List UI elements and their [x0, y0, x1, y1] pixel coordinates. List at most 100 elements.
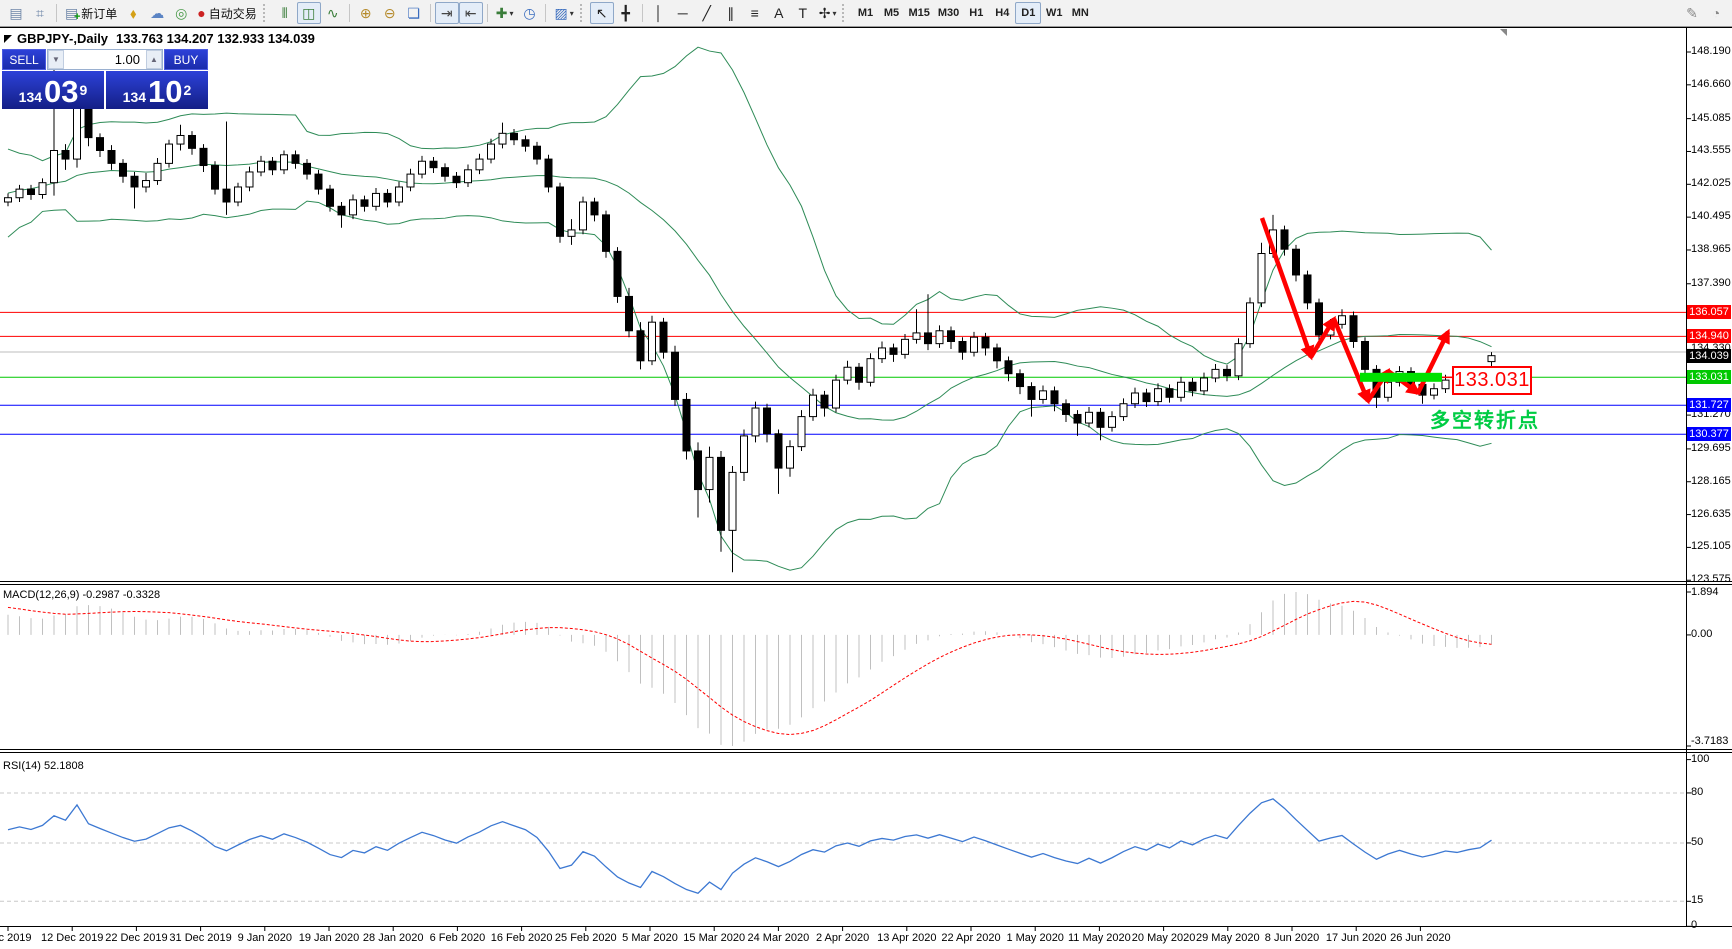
- tile-windows-icon[interactable]: ❏: [402, 2, 426, 24]
- new-order-button-label: 新订单: [81, 6, 118, 21]
- sell-price-point: 9: [79, 82, 88, 98]
- crosshair-icon[interactable]: ╋: [614, 2, 638, 24]
- date-tick-label: 16 Feb 2020: [490, 932, 553, 944]
- new-chart-window-icon: ▤: [9, 4, 23, 21]
- edit-icon[interactable]: ✎: [1680, 2, 1704, 24]
- cursor-icon[interactable]: ↖: [589, 2, 614, 24]
- toolbar-separator: [641, 4, 643, 22]
- timeframe-m1[interactable]: M1: [852, 2, 878, 24]
- rsi-label: RSI(14) 52.1808: [3, 760, 84, 772]
- buy-price-pips: 10: [148, 74, 183, 109]
- main-chart-pane: [4, 46, 1496, 573]
- metaeditor-icon[interactable]: ⬧: [121, 2, 145, 24]
- price-tick-label: 138.965: [1691, 242, 1731, 255]
- new-order-button[interactable]: ▤ + 新订单: [61, 2, 121, 24]
- shapes-icon: ✢: [818, 4, 831, 21]
- chart-shift-icon[interactable]: ⇤: [458, 2, 483, 24]
- sell-price-panel[interactable]: 134 03 9: [2, 71, 104, 109]
- auto-trading-button[interactable]: ● 自动交易: [193, 2, 260, 24]
- zoom-in-icon[interactable]: ⊕: [354, 2, 378, 24]
- timeframe-h1[interactable]: H1: [963, 2, 989, 24]
- community-icon[interactable]: ◔: [1704, 2, 1728, 24]
- date-tick-label: 1 May 2020: [1006, 932, 1064, 944]
- equidistant-channel-icon[interactable]: ∥: [719, 2, 743, 24]
- metaeditor-icon: ⬧: [130, 4, 137, 21]
- date-tick-label: 13 Apr 2020: [877, 932, 937, 944]
- tile-windows-icon: ❏: [407, 4, 421, 21]
- timeframe-d1[interactable]: D1: [1015, 2, 1042, 24]
- trendline-icon[interactable]: ╱: [695, 2, 719, 24]
- line-chart-icon[interactable]: ∿: [321, 2, 345, 24]
- horizontal-line-icon: ─: [677, 5, 688, 21]
- timeframe-m5[interactable]: M5: [878, 2, 904, 24]
- price-tick-label: 142.025: [1691, 177, 1731, 190]
- bollinger-band-line: [7, 46, 1492, 365]
- zoom-out-icon[interactable]: ⊖: [378, 2, 402, 24]
- chart-canvas[interactable]: [0, 0, 1732, 949]
- timeframe-m30[interactable]: M30: [934, 2, 963, 24]
- mt4-terminal: ▤ ⌗ ▤ + 新订单 ⬧ ☁ ◎ ● 自动交易 ⫴ ◫ ∿ ⊕ ⊖ ❏ ⇥ ⇤ ✚ ▾ ◷ ▨ ▾ ↖ ╋ │ ─ ╱ ∥ ≡ A T ✢ ▾ M…: [0, 0, 1732, 949]
- volume-decrease-button[interactable]: ▼: [48, 50, 64, 69]
- market-watch-icon: ☁: [150, 4, 165, 21]
- text-label-icon[interactable]: T: [791, 2, 815, 24]
- sell-button[interactable]: SELL: [2, 49, 46, 70]
- signals-icon[interactable]: ◎: [169, 2, 193, 24]
- buy-button[interactable]: BUY: [164, 49, 208, 70]
- chevron-down-icon[interactable]: ▾: [832, 9, 836, 18]
- auto-trading-button: ●: [197, 5, 206, 21]
- toolbar-separator: [262, 4, 269, 22]
- chart-profiles-icon[interactable]: ⌗: [28, 2, 52, 24]
- shapes-icon[interactable]: ✢ ▾: [815, 2, 841, 24]
- toolbar-separator: [579, 4, 586, 22]
- auto-scroll-icon[interactable]: ⇥: [434, 2, 459, 24]
- volume-increase-button[interactable]: ▲: [146, 50, 162, 69]
- price-tick-label: 145.085: [1691, 111, 1731, 124]
- text-icon[interactable]: A: [767, 2, 791, 24]
- timeframe-w1[interactable]: W1: [1041, 2, 1067, 24]
- price-badge: 134.940: [1687, 329, 1731, 344]
- date-tick-label: 26 Jun 2020: [1390, 932, 1451, 944]
- date-tick-label: 12 Dec 2019: [40, 932, 104, 944]
- chart-shift-icon: ⇤: [464, 4, 477, 21]
- macd-axis-top: 1.894: [1691, 586, 1719, 598]
- crosshair-icon: ╋: [621, 4, 630, 21]
- periods-icon[interactable]: ◷: [517, 2, 541, 24]
- auto-trading-button-label: 自动交易: [208, 6, 257, 21]
- new-chart-window-icon[interactable]: ▤: [4, 2, 28, 24]
- sell-price-pips: 03: [44, 74, 79, 109]
- text-icon: A: [774, 5, 784, 21]
- indicators-icon[interactable]: ✚ ▾: [492, 2, 518, 24]
- support-zone-bar: [1360, 372, 1442, 382]
- templates-icon[interactable]: ▨ ▾: [550, 2, 577, 24]
- volume-value[interactable]: 1.00: [64, 50, 146, 69]
- buy-price-panel[interactable]: 134 10 2: [106, 71, 208, 109]
- scroll-to-end-marker[interactable]: [1500, 29, 1507, 36]
- chevron-down-icon[interactable]: ▾: [509, 9, 513, 18]
- price-badge: 131.727: [1687, 398, 1731, 413]
- toolbar-separator: [56, 4, 57, 22]
- timeframe-mn[interactable]: MN: [1067, 2, 1093, 24]
- market-watch-icon[interactable]: ☁: [145, 2, 169, 24]
- date-tick-label: 2 Apr 2020: [815, 932, 870, 944]
- bar-chart-icon[interactable]: ⫴: [273, 2, 297, 24]
- rsi-axis-label: 100: [1691, 752, 1710, 765]
- date-tick-label: 11 May 2020: [1067, 932, 1131, 944]
- support-price-label: 133.031: [1452, 366, 1532, 395]
- chart-symbol-icon: [4, 34, 12, 43]
- date-tick-label: 31 Dec 2019: [169, 932, 232, 944]
- trendline-icon: ╱: [702, 4, 711, 21]
- line-chart-icon: ∿: [326, 4, 339, 21]
- rsi-line: [7, 798, 1492, 894]
- horizontal-line-icon[interactable]: ─: [671, 2, 695, 24]
- vertical-line-icon[interactable]: │: [647, 2, 671, 24]
- chevron-down-icon[interactable]: ▾: [570, 9, 574, 18]
- toolbar-separator: [348, 4, 350, 22]
- sell-price-prefix: 134: [18, 89, 43, 105]
- date-tick-label: 22 Dec 2019: [105, 932, 168, 944]
- timeframe-m15[interactable]: M15: [904, 2, 933, 24]
- fibonacci-icon[interactable]: ≡: [743, 2, 767, 24]
- templates-icon: ▨: [554, 4, 568, 21]
- candlestick-chart-icon[interactable]: ◫: [296, 2, 321, 24]
- cursor-icon: ↖: [595, 4, 608, 21]
- timeframe-h4[interactable]: H4: [989, 2, 1015, 24]
